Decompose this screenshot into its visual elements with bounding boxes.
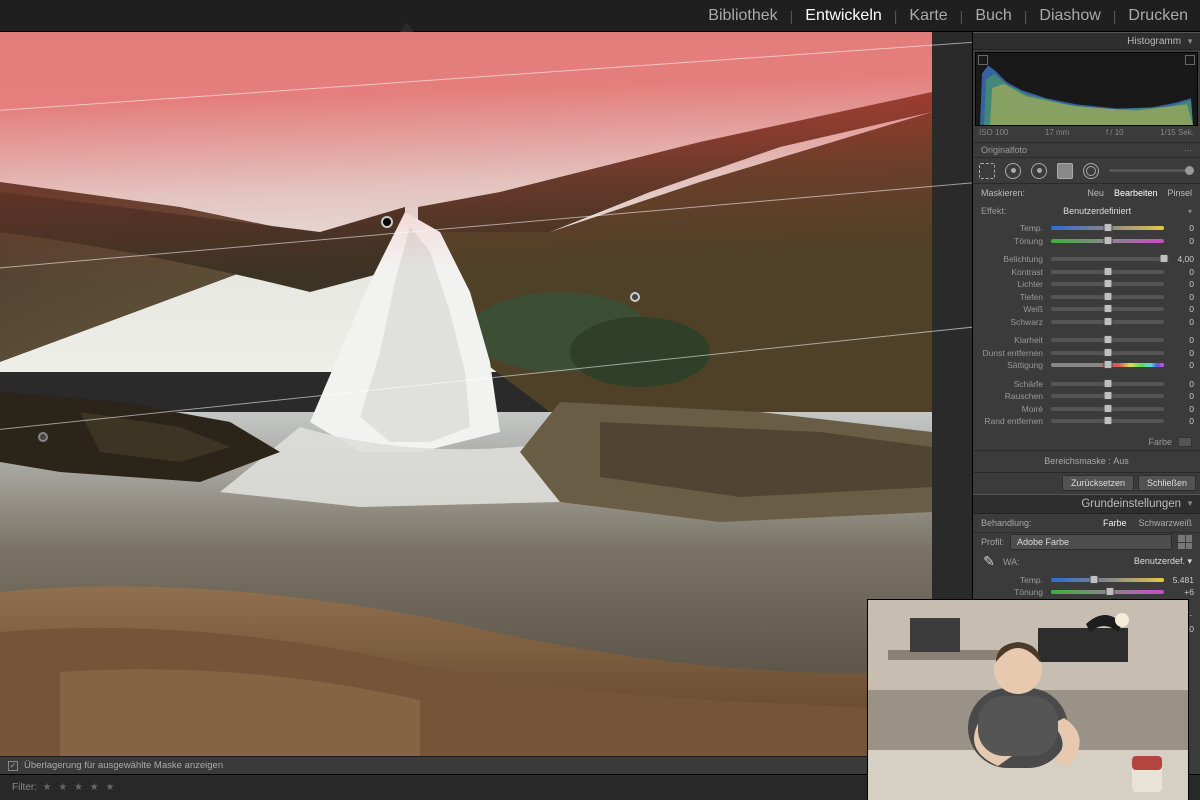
range-mask-row[interactable]: Bereichsmaske : Aus [973,450,1200,472]
rating-filter[interactable]: ★ ★ ★ ★ ★ [43,782,117,793]
slider-dehaze[interactable]: Dunst entfernen0 [979,347,1194,360]
slider-contrast[interactable]: Kontrast0 [979,266,1194,279]
original-photo-row[interactable]: Originalfoto⋯ [973,142,1200,158]
slider-shadows[interactable]: Tiefen0 [979,291,1194,304]
reset-button[interactable]: Zurücksetzen [1062,475,1134,491]
close-button[interactable]: Schließen [1138,475,1196,491]
effect-preset-row[interactable]: Effekt: Benutzerdefiniert ▾ [973,202,1200,220]
slider-noise[interactable]: Rauschen0 [979,390,1194,403]
wb-preset-dropdown[interactable]: Benutzerdef. ▾ [1134,556,1192,567]
canvas-area: ✓ Überlagerung für ausgewählte Maske anz… [0,32,972,774]
nav-buch[interactable]: Buch [975,7,1011,25]
slider-saturation[interactable]: Sättigung0 [979,359,1194,372]
presenter-webcam [868,600,1188,800]
gradient-handle-center[interactable] [381,216,393,228]
nav-bibliothek[interactable]: Bibliothek [708,7,777,25]
mask-edit[interactable]: Bearbeiten [1114,188,1158,198]
slider-moire[interactable]: Moiré0 [979,403,1194,416]
profile-dropdown[interactable]: Adobe Farbe [1010,534,1172,550]
nav-diashow[interactable]: Diashow [1039,7,1100,25]
slider-tint[interactable]: Tönung0 [979,235,1194,248]
mask-mode-row: Maskieren: Neu Bearbeiten Pinsel [973,184,1200,202]
slider-exposure[interactable]: Belichtung4,00 [979,253,1194,266]
mask-brush[interactable]: Pinsel [1167,188,1192,198]
nav-entwickeln[interactable]: Entwickeln [805,7,881,25]
slider-highlights[interactable]: Lichter0 [979,278,1194,291]
panel-open-icon[interactable] [400,22,414,32]
slider-defringe[interactable]: Rand entfernen0 [979,415,1194,428]
mask-new[interactable]: Neu [1087,188,1104,198]
color-swatch[interactable] [1178,437,1192,447]
edited-photo [0,32,932,756]
treatment-color[interactable]: Farbe [1103,518,1127,528]
color-tint-row[interactable]: Farbe [973,434,1200,450]
profile-browser-icon[interactable] [1178,535,1192,549]
histogram[interactable] [975,52,1198,126]
slider-temp[interactable]: Temp.0 [979,222,1194,235]
mask-buttons: Zurücksetzen Schließen [973,472,1200,494]
slider-basic-temp[interactable]: Temp.5.481 [979,574,1194,587]
overlay-label: Überlagerung für ausgewählte Maske anzei… [24,760,223,771]
treatment-bw[interactable]: Schwarzweiß [1138,518,1192,528]
crop-tool-icon[interactable] [979,163,995,179]
filter-label: Filter: [12,782,37,793]
slider-basic-tint[interactable]: Tönung+6 [979,586,1194,599]
spot-tool-icon[interactable] [1005,163,1021,179]
nav-karte[interactable]: Karte [909,7,947,25]
slider-blacks[interactable]: Schwarz0 [979,316,1194,329]
module-nav: Bibliothek| Entwickeln| Karte| Buch| Dia… [0,0,1200,32]
gradient-tool-icon[interactable] [1057,163,1073,179]
overlay-status-strip: ✓ Überlagerung für ausgewählte Maske anz… [0,756,972,774]
image-viewport[interactable] [0,32,972,756]
nav-drucken[interactable]: Drucken [1128,7,1188,25]
treatment-row: Behandlung: Farbe Schwarzweiß [973,514,1200,532]
profile-row: Profil: Adobe Farbe [973,532,1200,552]
wb-picker-icon[interactable]: ✎ [981,554,997,570]
redeye-tool-icon[interactable] [1031,163,1047,179]
basic-panel-header[interactable]: Grundeinstellungen▼ [973,494,1200,514]
slider-sharpness[interactable]: Schärfe0 [979,378,1194,391]
whitebalance-row: ✎ WA: Benutzerdef. ▾ [973,552,1200,572]
gradient-pin-lower[interactable] [38,432,48,442]
local-adjust-tools [973,158,1200,184]
slider-whites[interactable]: Weiß0 [979,303,1194,316]
slider-clarity[interactable]: Klarheit0 [979,334,1194,347]
overlay-checkbox[interactable]: ✓ [8,761,18,771]
gradient-pin-extra[interactable] [630,292,640,302]
histogram-header[interactable]: Histogramm▼ [973,32,1200,50]
radial-tool-icon[interactable] [1083,163,1099,179]
mask-sliders: Temp.0Tönung0 Belichtung4,00Kontrast0Lich… [973,220,1200,434]
histogram-meta: ISO 10017 mmf / 101/15 Sek. [973,128,1200,142]
tool-size-slider[interactable] [1109,169,1194,172]
